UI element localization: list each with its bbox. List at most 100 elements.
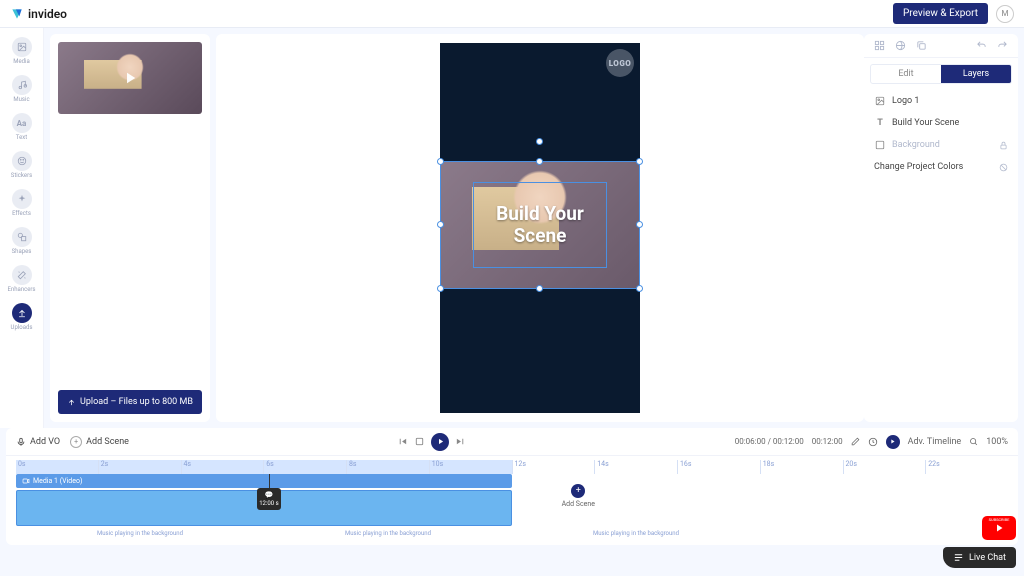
music-icon (12, 75, 32, 95)
ruler-tick[interactable]: 16s (677, 460, 760, 474)
user-avatar[interactable]: M (996, 5, 1014, 23)
add-vo-button[interactable]: Add VO (16, 437, 60, 447)
ruler-tick[interactable]: 14s (594, 460, 677, 474)
stage[interactable]: LOGO Build Your Scene (440, 43, 640, 413)
redo-icon[interactable] (997, 40, 1008, 51)
frame-back-icon[interactable] (414, 436, 425, 447)
skip-forward-icon[interactable] (455, 436, 466, 447)
ruler-tick[interactable]: 22s (925, 460, 1008, 474)
ruler-tick[interactable]: 0s (16, 460, 98, 474)
youtube-subscribe-button[interactable]: SUBSCRIBE (982, 516, 1016, 540)
play-button[interactable] (431, 433, 449, 451)
magic-wand-icon (12, 265, 32, 285)
shapes-icon (12, 227, 32, 247)
timeline[interactable]: 0s2s4s6s8s10s12s14s16s18s20s22s Media 1 … (6, 456, 1018, 545)
tab-layers[interactable]: Layers (941, 65, 1011, 83)
panel-tabs: Edit Layers (870, 64, 1012, 84)
brand-name: invideo (28, 7, 67, 21)
picture-icon (874, 96, 886, 106)
text-layer-icon: T (874, 118, 886, 128)
resize-handle[interactable] (636, 285, 643, 292)
app-header: invideo Preview & Export M (0, 0, 1024, 28)
clock-icon[interactable] (868, 437, 878, 447)
resize-handle[interactable] (636, 221, 643, 228)
layer-logo[interactable]: Logo 1 (864, 90, 1018, 112)
upload-thumbnail[interactable] (58, 42, 202, 114)
tab-edit[interactable]: Edit (871, 65, 941, 83)
playhead[interactable]: 💬 12:00 s (269, 474, 270, 502)
timeline-ruler[interactable]: 0s2s4s6s8s10s12s14s16s18s20s22s (16, 460, 1008, 474)
resize-handle[interactable] (636, 158, 643, 165)
edit-icon[interactable] (851, 437, 860, 446)
ruler-tick[interactable]: 2s (98, 460, 181, 474)
resize-handle[interactable] (536, 285, 543, 292)
rail-uploads[interactable]: Uploads (4, 300, 40, 334)
resize-handle[interactable] (437, 158, 444, 165)
brand-logo-icon (10, 7, 24, 21)
resize-handle[interactable] (437, 285, 444, 292)
layer-text[interactable]: T Build Your Scene (864, 112, 1018, 134)
zoom-icon[interactable] (969, 437, 978, 446)
uploads-panel: Upload – Files up to 800 MB (50, 34, 210, 422)
picture-icon (874, 140, 886, 150)
copy-icon[interactable] (916, 40, 927, 51)
play-icon (993, 522, 1005, 534)
layer-background[interactable]: Background (864, 134, 1018, 156)
skip-back-icon[interactable] (397, 436, 408, 447)
ruler-tick[interactable]: 18s (760, 460, 843, 474)
add-scene-label: Add Scene (562, 500, 595, 508)
resize-handle[interactable] (536, 158, 543, 165)
live-chat-button[interactable]: Live Chat (943, 547, 1016, 568)
ruler-tick[interactable]: 8s (346, 460, 429, 474)
resize-handle[interactable] (437, 221, 444, 228)
text-icon: Aa (12, 113, 32, 133)
upload-icon (12, 303, 32, 323)
grid-icon[interactable] (874, 40, 885, 51)
add-scene-circle-button[interactable]: + (571, 484, 585, 498)
scene-time: 00:12:00 (812, 437, 843, 446)
canvas[interactable]: LOGO Build Your Scene (216, 34, 864, 422)
ruler-tick[interactable]: 10s (429, 460, 512, 474)
media-selection[interactable]: Build Your Scene (440, 161, 640, 289)
preview-export-button[interactable]: Preview & Export (893, 3, 988, 24)
globe-icon[interactable] (895, 40, 906, 51)
ruler-tick[interactable]: 12s (512, 460, 595, 474)
play-alt-icon[interactable] (886, 435, 900, 449)
timeline-toolbar: Add VO +Add Scene 00:06:00 / 00:12:00 00… (6, 428, 1018, 456)
undo-icon[interactable] (976, 40, 987, 51)
sparkle-icon (12, 189, 32, 209)
ruler-tick[interactable]: 20s (843, 460, 926, 474)
zoom-value[interactable]: 100% (986, 437, 1008, 447)
rotate-handle[interactable] (536, 138, 543, 145)
text-selection[interactable]: Build Your Scene (473, 182, 607, 268)
rail-effects[interactable]: Effects (4, 186, 40, 220)
properties-panel: Edit Layers Logo 1 T Build Your Scene Ba… (864, 34, 1018, 422)
ruler-tick[interactable]: 4s (181, 460, 264, 474)
logo-badge[interactable]: LOGO (606, 49, 634, 77)
panel-toolbar (864, 34, 1018, 58)
image-icon (12, 37, 32, 57)
lock-icon[interactable] (999, 141, 1008, 150)
rail-stickers[interactable]: Stickers (4, 148, 40, 182)
upload-arrow-icon (67, 398, 76, 407)
music-caption-row: Music playing in the background Music pl… (16, 530, 1008, 537)
time-display: 00:06:00 / 00:12:00 (735, 437, 804, 446)
chat-icon: 💬 (265, 491, 274, 499)
rail-text[interactable]: AaText (4, 110, 40, 144)
layer-colors[interactable]: Change Project Colors (864, 156, 1018, 178)
video-icon (22, 477, 30, 485)
upload-button[interactable]: Upload – Files up to 800 MB (58, 390, 202, 414)
rail-music[interactable]: Music (4, 72, 40, 106)
brand[interactable]: invideo (10, 7, 67, 21)
rail-enhancers[interactable]: Enhancers (4, 262, 40, 296)
rail-shapes[interactable]: Shapes (4, 224, 40, 258)
add-scene-button[interactable]: +Add Scene (70, 436, 129, 448)
chat-icon (953, 552, 964, 563)
overlay-text[interactable]: Build Your Scene (474, 203, 606, 247)
block-icon[interactable] (999, 163, 1008, 172)
ruler-tick[interactable]: 6s (263, 460, 346, 474)
adv-timeline-label[interactable]: Adv. Timeline (908, 437, 962, 447)
rail-media[interactable]: Media (4, 34, 40, 68)
side-rail: Media Music AaText Stickers Effects Shap… (0, 28, 44, 428)
media-track-clip[interactable]: Media 1 (Video) (16, 474, 512, 488)
